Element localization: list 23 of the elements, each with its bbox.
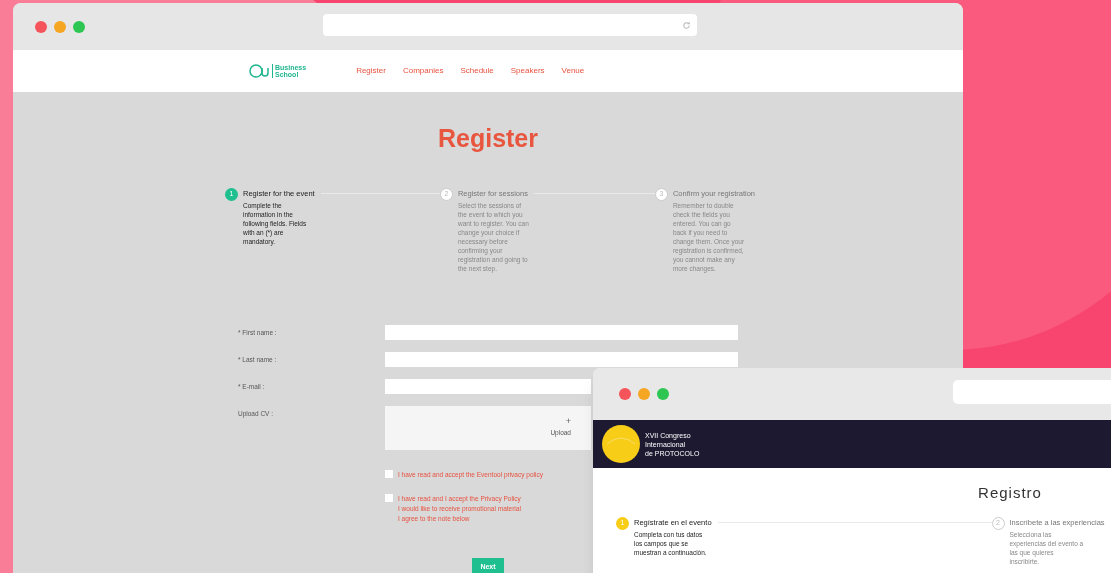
page-title: Registro (978, 483, 1042, 503)
checkbox[interactable] (385, 469, 393, 478)
nav-link[interactable]: Schedule (460, 65, 494, 77)
nav-link[interactable]: Venue (561, 65, 585, 77)
nav-link[interactable]: Speakers (510, 65, 545, 77)
input-field[interactable] (385, 351, 738, 367)
input-field[interactable] (385, 324, 738, 340)
page-title: Register (437, 123, 538, 154)
maximize-light-icon[interactable] (73, 20, 85, 33)
input-field[interactable] (385, 378, 591, 394)
minimize-light-icon[interactable] (54, 20, 66, 33)
nav-link[interactable]: Register (356, 65, 386, 77)
nav-link[interactable]: Companies (402, 65, 444, 77)
reload-icon[interactable] (682, 20, 691, 30)
address-bar[interactable] (323, 14, 697, 36)
maximize-light-icon[interactable] (657, 388, 669, 400)
logo-icon (249, 64, 269, 78)
close-light-icon[interactable] (619, 388, 631, 400)
checkbox[interactable] (385, 493, 393, 502)
logo-icon (601, 424, 641, 464)
close-light-icon[interactable] (35, 20, 47, 33)
plus-text: + (565, 417, 571, 427)
minimize-light-icon[interactable] (638, 388, 650, 400)
